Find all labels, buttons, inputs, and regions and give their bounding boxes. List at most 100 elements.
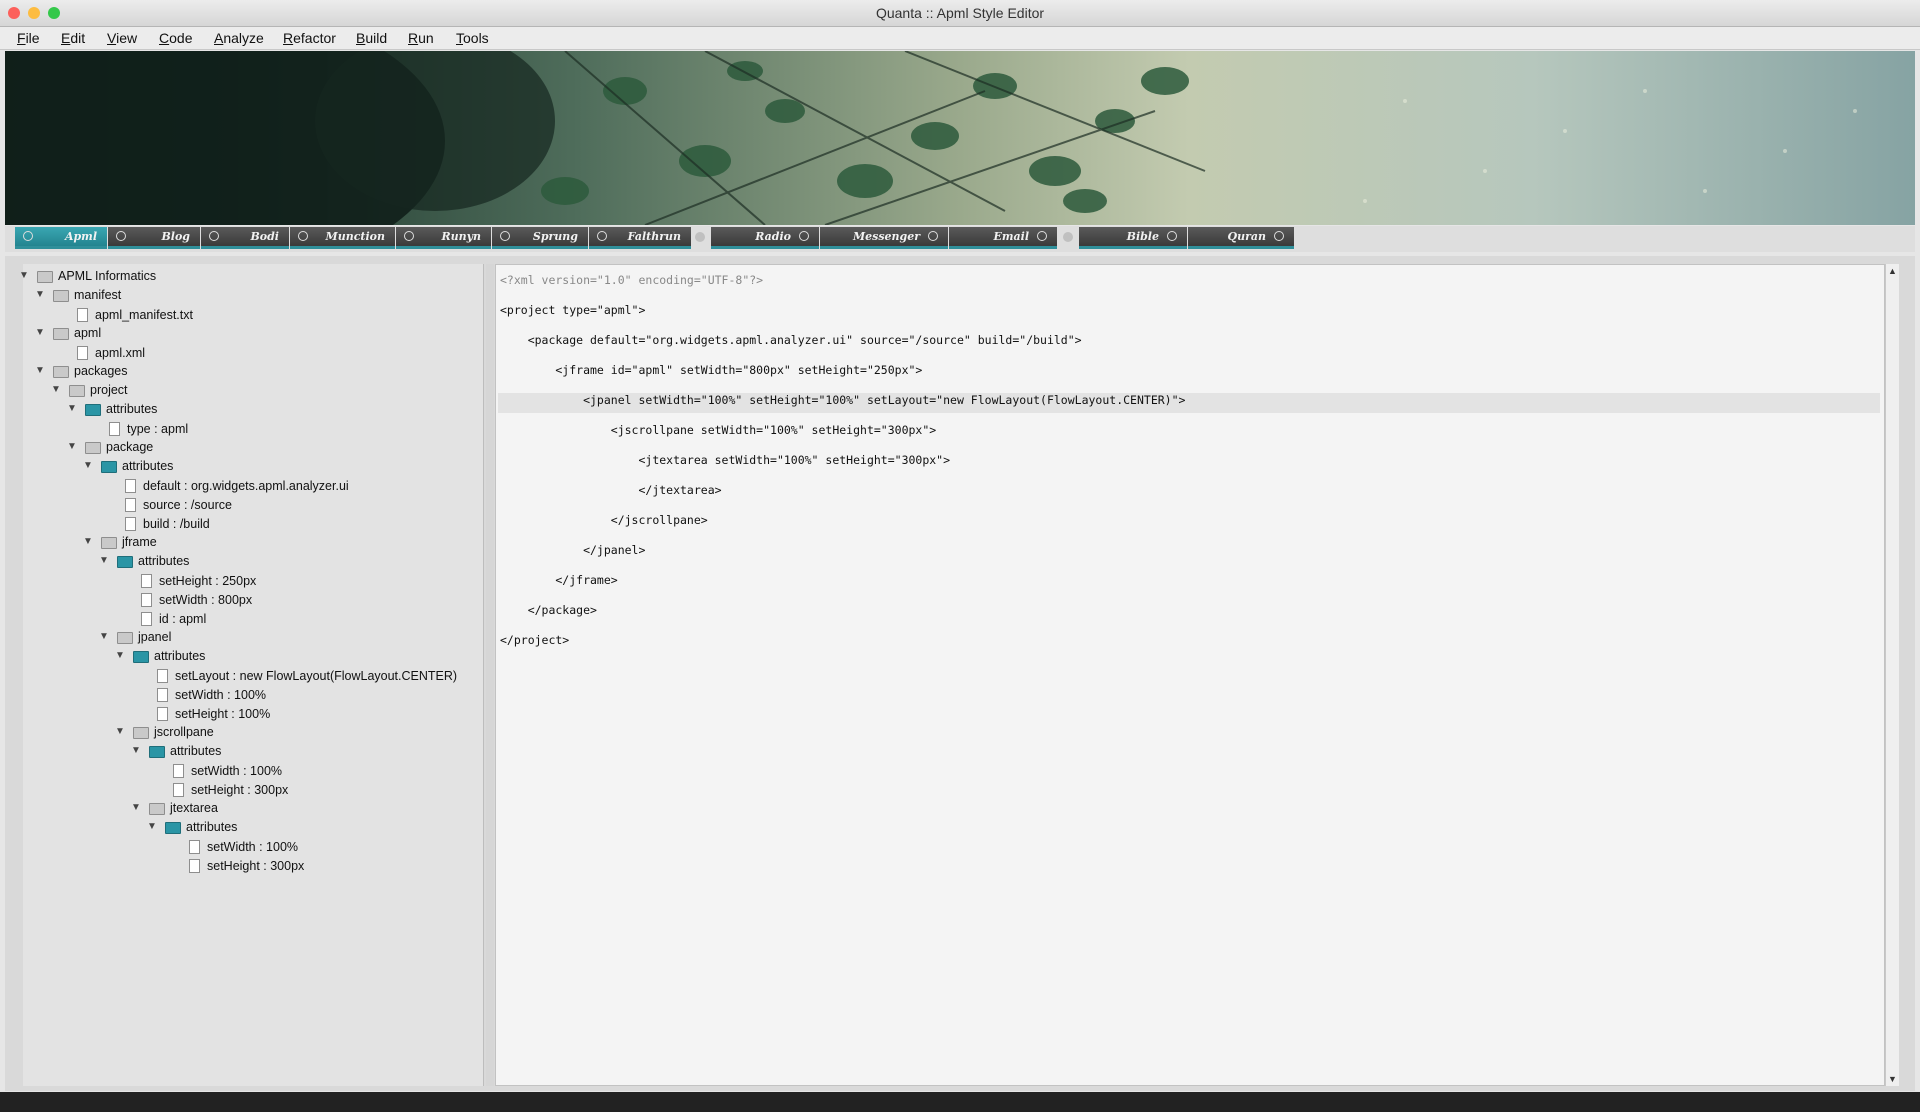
tab-falthrun[interactable]: Falthrun [589,227,691,249]
tree-node-jtextarea-attributes[interactable]: ▼ attributes [147,818,237,836]
tab-separator-icon [1063,232,1073,242]
tree-node-apml-file[interactable]: apml.xml [77,343,145,361]
tree-node-jframe-attributes[interactable]: ▼ attributes [99,552,189,570]
project-tree[interactable]: ▼ APML Informatics ▼ manifest apml_manifes… [19,264,484,1086]
expand-triangle-icon[interactable]: ▼ [83,533,93,551]
tree-node-jscrollpane-attributes[interactable]: ▼ attributes [131,742,221,760]
attributes-folder-icon [133,651,149,663]
tree-node-jpanel-width[interactable]: setWidth : 100% [157,685,266,703]
editor-vertical-scrollbar[interactable]: ▲ ▼ [1885,264,1899,1086]
file-icon [157,669,168,683]
tab-blog[interactable]: Blog [108,227,200,249]
tree-node-jscrollpane-width[interactable]: setWidth : 100% [173,761,282,779]
file-icon [77,308,88,322]
expand-triangle-icon[interactable]: ▼ [51,381,61,399]
code-line: <jpanel setWidth="100%" setHeight="100%"… [500,393,1186,407]
tree-node-package-source[interactable]: source : /source [125,495,232,513]
tab-quran[interactable]: Quran [1188,227,1294,249]
code-line: </jtextarea> [500,483,722,497]
tree-node-manifest-file[interactable]: apml_manifest.txt [77,305,193,323]
tab-globe-icon [597,231,607,241]
menu-view[interactable]: View [107,30,137,46]
file-icon [125,479,136,493]
expand-triangle-icon[interactable]: ▼ [67,400,77,418]
file-icon [141,574,152,588]
menu-tools[interactable]: Tools [456,30,489,46]
folder-icon [101,537,117,549]
tab-globe-icon [404,231,414,241]
tab-apml[interactable]: Apml [15,227,107,249]
tree-node-package[interactable]: ▼ package [67,438,153,456]
scroll-down-arrow-icon[interactable]: ▼ [1888,1074,1897,1084]
file-icon [125,498,136,512]
code-line: <package default="org.widgets.apml.analy… [500,333,1082,347]
tree-node-jtextarea-height[interactable]: setHeight : 300px [189,856,304,874]
attributes-folder-icon [149,746,165,758]
expand-triangle-icon[interactable]: ▼ [115,647,125,665]
tree-node-project-attributes[interactable]: ▼ attributes [67,400,157,418]
code-editor[interactable]: <?xml version="1.0" encoding="UTF-8"?> <… [495,264,1885,1086]
tab-radio[interactable]: Radio [711,227,819,249]
expand-triangle-icon[interactable]: ▼ [67,438,77,456]
title-bar: Quanta :: Apml Style Editor [0,0,1920,27]
tab-runyn[interactable]: Runyn [396,227,491,249]
expand-triangle-icon[interactable]: ▼ [99,628,109,646]
expand-triangle-icon[interactable]: ▼ [99,552,109,570]
code-line: </jpanel> [500,543,646,557]
tree-node-jframe-id[interactable]: id : apml [141,609,206,627]
tree-node-jtextarea-width[interactable]: setWidth : 100% [189,837,298,855]
menu-run[interactable]: Run [408,30,434,46]
attributes-folder-icon [117,556,133,568]
tree-node-jpanel-layout[interactable]: setLayout : new FlowLayout(FlowLayout.CE… [157,666,457,684]
expand-triangle-icon[interactable]: ▼ [19,267,29,285]
menu-file[interactable]: File [17,30,40,46]
menu-build[interactable]: Build [356,30,387,46]
tab-globe-icon [500,231,510,241]
expand-triangle-icon[interactable]: ▼ [115,723,125,741]
menu-code[interactable]: Code [159,30,192,46]
scroll-up-arrow-icon[interactable]: ▲ [1888,266,1897,276]
tree-node-apml[interactable]: ▼ apml [35,324,101,342]
leaves-banner-graphic [5,51,1857,225]
tab-sprung[interactable]: Sprung [492,227,588,249]
code-line: </jframe> [500,573,618,587]
file-icon [157,688,168,702]
tree-node-jframe-height[interactable]: setHeight : 250px [141,571,256,589]
tab-bible[interactable]: Bible [1079,227,1187,249]
tree-node-packages[interactable]: ▼ packages [35,362,128,380]
tree-node-package-attributes[interactable]: ▼ attributes [83,457,173,475]
tree-node-jpanel[interactable]: ▼ jpanel [99,628,171,646]
expand-triangle-icon[interactable]: ▼ [131,742,141,760]
expand-triangle-icon[interactable]: ▼ [35,286,45,304]
expand-triangle-icon[interactable]: ▼ [35,324,45,342]
split-pane-divider[interactable] [486,264,494,1086]
code-line: <?xml version="1.0" encoding="UTF-8"?> [500,273,764,287]
menu-analyze[interactable]: Analyze [214,30,264,46]
tab-email[interactable]: Email [949,227,1057,249]
expand-triangle-icon[interactable]: ▼ [35,362,45,380]
tree-node-package-default[interactable]: default : org.widgets.apml.analyzer.ui [125,476,349,494]
menu-refactor[interactable]: Refactor [283,30,336,46]
expand-triangle-icon[interactable]: ▼ [147,818,157,836]
tree-node-jframe[interactable]: ▼ jframe [83,533,157,551]
tab-globe-icon [1167,231,1177,241]
tree-node-jpanel-attributes[interactable]: ▼ attributes [115,647,205,665]
tree-node-jframe-width[interactable]: setWidth : 800px [141,590,252,608]
tree-node-manifest[interactable]: ▼ manifest [35,286,121,304]
tab-bodi[interactable]: Bodi [201,227,289,249]
tab-globe-icon [1274,231,1284,241]
expand-triangle-icon[interactable]: ▼ [131,799,141,817]
tree-node-project[interactable]: ▼ project [51,381,128,399]
menu-edit[interactable]: Edit [61,30,85,46]
tree-node-jscrollpane-height[interactable]: setHeight : 300px [173,780,288,798]
tab-messenger[interactable]: Messenger [820,227,948,249]
tab-munction[interactable]: Munction [290,227,395,249]
tree-node-jpanel-height[interactable]: setHeight : 100% [157,704,270,722]
tree-node-package-build[interactable]: build : /build [125,514,210,532]
tree-node-jtextarea[interactable]: ▼ jtextarea [131,799,218,817]
tree-node-project-type[interactable]: type : apml [109,419,188,437]
expand-triangle-icon[interactable]: ▼ [83,457,93,475]
window-bottom-edge [0,1092,1920,1112]
tree-node-jscrollpane[interactable]: ▼ jscrollpane [115,723,214,741]
tree-node-root[interactable]: ▼ APML Informatics [19,267,156,285]
